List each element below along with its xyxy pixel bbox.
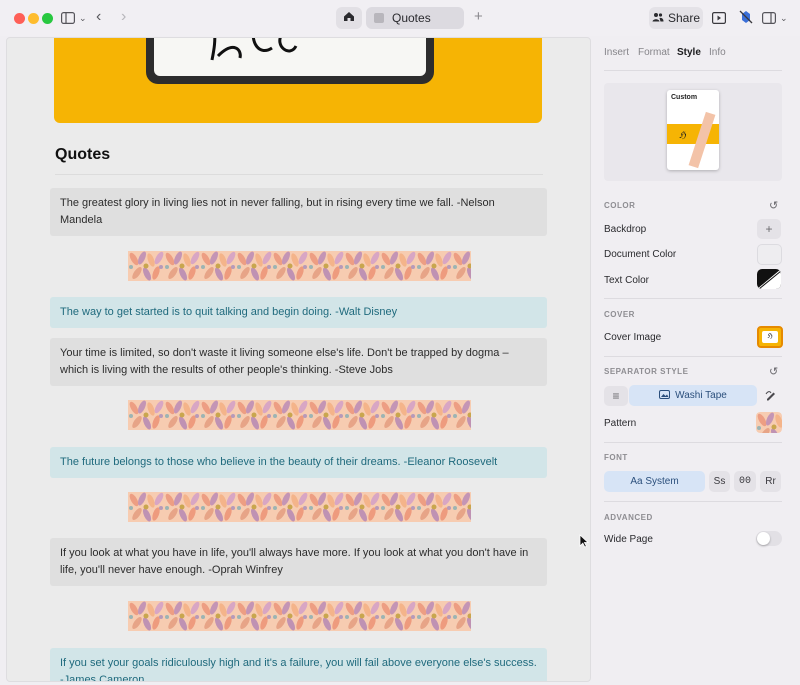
back-icon[interactable]: ‹ [96, 9, 101, 25]
font-system-button[interactable]: Aa System [604, 471, 705, 492]
section-color: COLOR [604, 201, 636, 210]
tab-title: Quotes [392, 11, 431, 25]
preview-label: Custom [671, 94, 698, 101]
document-color-label: Document Color [604, 249, 677, 260]
add-backdrop-button[interactable]: + [757, 219, 781, 239]
chevron-down-icon[interactable]: ⌄ [780, 10, 788, 26]
reset-icon[interactable]: ↺ [769, 365, 778, 378]
quote-block[interactable]: The way to get started is to quit talkin… [50, 297, 547, 328]
share-label: Share [667, 11, 701, 25]
divider [604, 298, 782, 299]
close-window-button[interactable] [14, 13, 25, 24]
section-separator-style: SEPARATOR STYLE [604, 367, 689, 376]
separator-list-button[interactable]: ≡ [604, 386, 628, 406]
divider [604, 356, 782, 357]
style-preview: Custom ℌ [604, 83, 782, 181]
zoom-window-button[interactable] [42, 13, 53, 24]
separator-style-washi-button[interactable]: Washi Tape [629, 385, 757, 406]
tab-style[interactable]: Style [677, 47, 701, 58]
cover-tablet-illustration [146, 38, 434, 84]
pattern-label: Pattern [604, 418, 637, 429]
minimize-window-button[interactable] [28, 13, 39, 24]
sidebar-toggle-icon[interactable] [61, 11, 76, 27]
style-preview-card[interactable]: Custom ℌ [667, 90, 719, 170]
cover-image-thumbnail[interactable]: ℌ [757, 326, 783, 348]
tab-info[interactable]: Info [709, 47, 726, 58]
home-button[interactable] [336, 7, 362, 29]
pattern-swatch[interactable] [756, 412, 782, 433]
reset-icon[interactable]: ↺ [769, 199, 778, 212]
washi-tape-separator [128, 251, 471, 281]
wide-page-toggle[interactable] [756, 531, 782, 546]
font-serif-button[interactable]: Ss [709, 471, 730, 492]
quote-block[interactable]: The greatest glory in living lies not in… [50, 188, 547, 236]
divider [604, 70, 782, 71]
washi-tape-separator [128, 492, 471, 522]
tab-insert[interactable]: Insert [604, 47, 629, 58]
divider [55, 174, 543, 175]
image-icon [659, 389, 671, 402]
quote-block[interactable]: If you look at what you have in life, yo… [50, 538, 547, 586]
cursor-icon [579, 534, 590, 553]
text-color-swatch[interactable] [757, 269, 781, 289]
page-icon [374, 13, 384, 23]
forward-icon[interactable]: › [121, 9, 126, 25]
font-mono-button[interactable]: 00 [734, 471, 756, 492]
title-bar: ⌄ ‹ › Quotes + Share ⌄ [0, 0, 800, 36]
inspector-panel: Insert Format Style Info Custom ℌ COLOR … [592, 37, 800, 685]
section-advanced: ADVANCED [604, 513, 653, 522]
quote-block[interactable]: Your time is limited, so don't waste it … [50, 338, 547, 386]
washi-tape-separator [128, 601, 471, 631]
share-button[interactable]: Share [649, 7, 703, 29]
quote-block[interactable]: The future belongs to those who believe … [50, 447, 547, 478]
document-color-swatch[interactable] [757, 244, 782, 265]
play-icon[interactable] [712, 11, 727, 27]
font-rounded-button[interactable]: Rr [760, 471, 781, 492]
list-icon: ≡ [612, 389, 620, 403]
section-cover: COVER [604, 310, 635, 319]
separator-style-label: Washi Tape [675, 390, 727, 401]
cover-image-label: Cover Image [604, 332, 662, 343]
add-icon: + [765, 222, 773, 236]
plus-icon[interactable]: + [474, 9, 483, 25]
home-icon [343, 11, 355, 25]
tab-quotes[interactable]: Quotes [366, 7, 464, 29]
page-title[interactable]: Quotes [55, 146, 110, 164]
document-area[interactable]: Quotes The greatest glory in living lies… [6, 37, 591, 682]
wide-page-label: Wide Page [604, 534, 653, 545]
focus-icon[interactable] [739, 10, 753, 27]
chevron-down-icon[interactable]: ⌄ [79, 10, 87, 26]
tab-format[interactable]: Format [638, 47, 670, 58]
section-font: FONT [604, 453, 628, 462]
washi-tape-separator [128, 400, 471, 430]
inspector-toggle-icon[interactable] [762, 11, 777, 27]
share-icon [652, 11, 664, 25]
pen-icon [765, 389, 777, 404]
cover-image[interactable] [54, 38, 542, 123]
divider [604, 501, 782, 502]
quote-block[interactable]: If you set your goals ridiculously high … [50, 648, 547, 681]
divider [604, 442, 782, 443]
separator-draw-button[interactable] [759, 386, 783, 406]
text-color-label: Text Color [604, 275, 650, 286]
backdrop-label: Backdrop [604, 224, 647, 235]
preview-script: ℌ [679, 130, 686, 140]
